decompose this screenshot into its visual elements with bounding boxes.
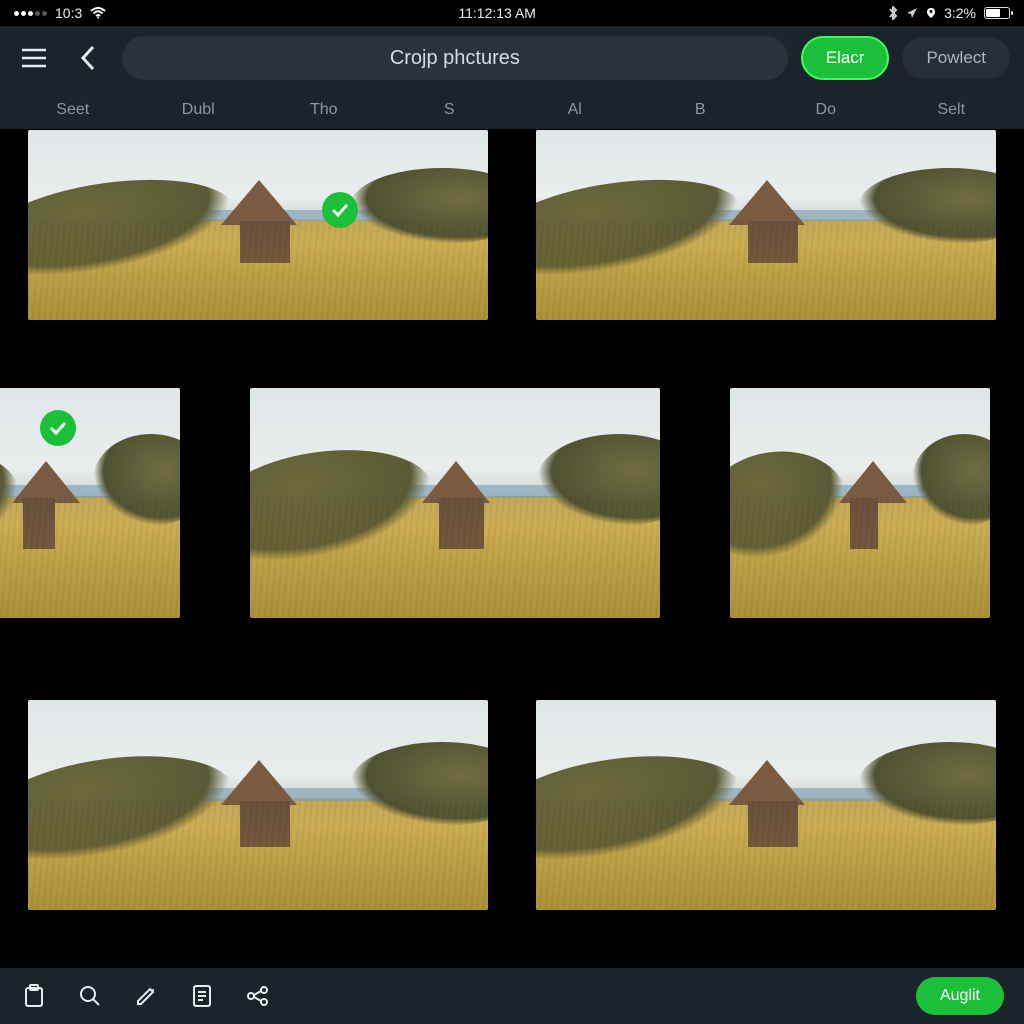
location-pin-icon: [926, 7, 936, 19]
tab-label: Selt: [937, 101, 965, 118]
photo-gallery: [0, 130, 1024, 968]
bottom-toolbar: Auglit: [0, 968, 1024, 1024]
back-button[interactable]: [68, 38, 108, 78]
secondary-action-label: Powlect: [926, 48, 986, 68]
tab-item[interactable]: Seet: [10, 101, 136, 119]
status-battery-pct: 3:2%: [944, 5, 976, 21]
photo-thumb[interactable]: [0, 388, 180, 618]
tab-item[interactable]: B: [638, 101, 764, 119]
location-arrow-icon: [906, 7, 918, 19]
status-bar: 10:3 11:12:13 AM 3:2%: [0, 0, 1024, 26]
menu-button[interactable]: [14, 38, 54, 78]
document-button[interactable]: [188, 982, 216, 1010]
hamburger-icon: [21, 48, 47, 68]
bluetooth-icon: [888, 6, 898, 20]
tab-label: Do: [816, 101, 836, 118]
share-icon: [246, 986, 270, 1006]
primary-action-button[interactable]: Elacr: [802, 37, 889, 79]
tab-item[interactable]: Al: [512, 101, 638, 119]
photo-thumb[interactable]: [28, 130, 488, 320]
apply-button-label: Auglit: [940, 987, 980, 1004]
tab-label: Seet: [56, 101, 89, 118]
tab-label: S: [444, 101, 455, 118]
primary-action-label: Elacr: [826, 48, 865, 68]
page-title[interactable]: Crojp phctures: [122, 36, 788, 80]
tab-label: Tho: [310, 101, 338, 118]
signal-dots-icon: [14, 11, 47, 16]
edit-button[interactable]: [132, 982, 160, 1010]
photo-thumb[interactable]: [536, 700, 996, 910]
photo-thumb[interactable]: [250, 388, 660, 618]
tab-item[interactable]: Dubl: [136, 101, 262, 119]
tab-item[interactable]: Selt: [889, 101, 1015, 119]
tab-item[interactable]: Tho: [261, 101, 387, 119]
pencil-icon: [135, 985, 157, 1007]
page-title-label: Crojp phctures: [390, 47, 520, 70]
selected-check-icon: [40, 410, 76, 446]
tab-label: Dubl: [182, 101, 215, 118]
chevron-left-icon: [80, 45, 96, 71]
clipboard-icon: [23, 984, 45, 1008]
share-button[interactable]: [244, 982, 272, 1010]
search-button[interactable]: [76, 982, 104, 1010]
selected-check-icon: [322, 192, 358, 228]
photo-thumb[interactable]: [536, 130, 996, 320]
magnifier-icon: [79, 985, 101, 1007]
battery-icon: [984, 7, 1010, 19]
document-icon: [192, 984, 212, 1008]
clipboard-button[interactable]: [20, 982, 48, 1010]
photo-thumb[interactable]: [28, 700, 488, 910]
tab-item[interactable]: Do: [763, 101, 889, 119]
tab-bar: Seet Dubl Tho S Al B Do Selt: [0, 90, 1024, 130]
status-center-time: 11:12:13 AM: [458, 5, 536, 21]
tab-label: Al: [568, 101, 582, 118]
tab-item[interactable]: S: [387, 101, 513, 119]
apply-button[interactable]: Auglit: [916, 977, 1004, 1015]
status-left-time: 10:3: [55, 5, 82, 21]
app-header: Crojp phctures Elacr Powlect: [0, 26, 1024, 90]
tab-label: B: [695, 101, 706, 118]
secondary-action-button[interactable]: Powlect: [902, 37, 1010, 79]
photo-thumb[interactable]: [730, 388, 990, 618]
wifi-icon: [90, 7, 106, 19]
